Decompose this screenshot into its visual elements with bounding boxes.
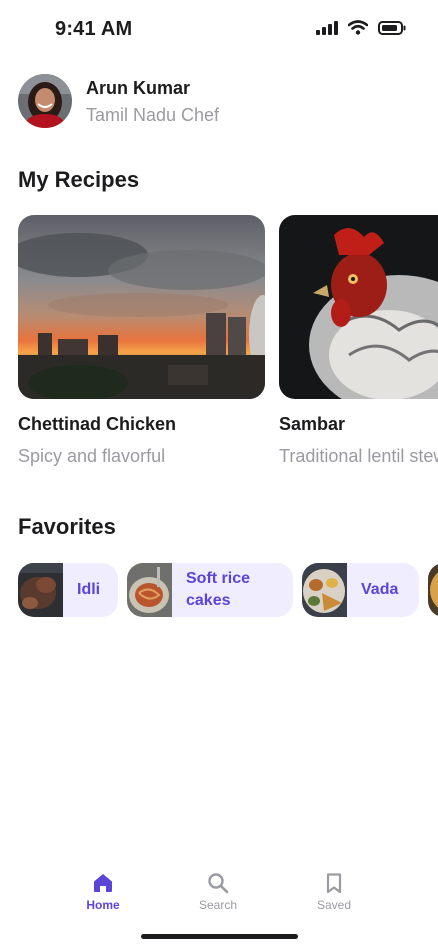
favorite-label: Vada [361,581,399,598]
recipe-description: Spicy and flavorful [18,446,166,466]
tab-home[interactable]: Home [63,872,143,912]
search-icon [208,873,229,894]
recipe-image[interactable] [18,215,265,399]
profile-header[interactable]: Arun Kumar Tamil Nadu Chef [18,74,219,128]
recipes-carousel[interactable]: Chettinad Chicken Spicy and flavorful Sa… [18,215,438,475]
favorites-list[interactable]: Idli Soft rice cakes Vada [18,563,438,618]
status-time: 9:41 AM [55,18,133,40]
favorite-chip[interactable]: Vada [302,563,419,617]
recipe-title: Chettinad Chicken [18,414,177,434]
home-icon [94,874,112,892]
bookmark-icon [326,873,342,894]
status-bar: 9:41 AM [0,0,438,60]
recipe-card[interactable]: Chettinad Chicken Spicy and flavorful [18,215,265,467]
favorite-thumbnail [18,563,63,617]
favorite-label: Soft rice cakes [186,570,251,609]
favorite-thumbnail [428,563,438,617]
favorite-chip[interactable]: Soft rice cakes [127,563,293,617]
tab-label: Saved [316,898,352,912]
my-recipes-heading: My Recipes [18,167,140,192]
recipe-title: Sambar [279,414,346,434]
profile-name: Arun Kumar [86,77,191,98]
home-indicator [141,934,298,939]
tab-saved[interactable]: Saved [294,872,374,912]
favorites-heading: Favorites [18,514,116,539]
favorite-thumbnail [127,563,172,617]
profile-subtitle: Tamil Nadu Chef [86,104,220,125]
avatar[interactable] [18,74,72,128]
cellular-signal-icon [316,20,338,35]
battery-icon [378,20,406,35]
favorite-label: Idli [77,581,101,598]
wifi-icon [348,20,368,35]
recipe-description: Traditional lentil stew [279,446,438,466]
recipe-card[interactable]: Sambar Traditional lentil stew [279,215,438,467]
tab-bar: Home Search Saved [0,860,438,930]
recipe-image[interactable] [279,215,438,399]
favorite-thumbnail [302,563,347,617]
favorite-chip[interactable]: Idli [18,563,118,617]
tab-label: Search [198,898,238,912]
tab-search[interactable]: Search [178,872,258,912]
tab-label: Home [86,898,120,912]
status-icons [316,20,406,35]
favorite-chip[interactable] [428,563,438,617]
